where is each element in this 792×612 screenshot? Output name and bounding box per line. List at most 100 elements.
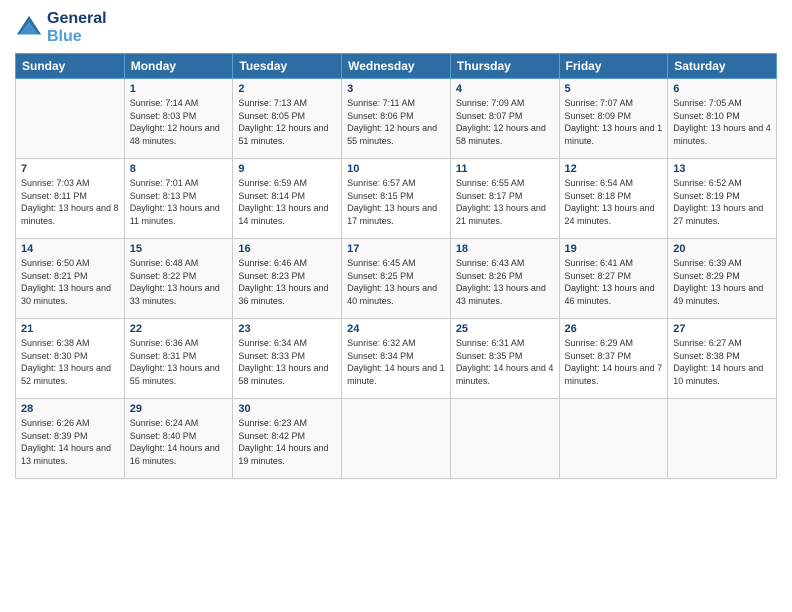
calendar-cell: 10Sunrise: 6:57 AMSunset: 8:15 PMDayligh… <box>342 159 451 239</box>
day-info: Sunrise: 7:14 AMSunset: 8:03 PMDaylight:… <box>130 97 228 147</box>
logo-icon <box>15 14 43 42</box>
calendar-cell <box>342 399 451 479</box>
logo-text-line1: General <box>47 10 107 28</box>
calendar-cell: 29 Sunrise: 6:24 AMSunset: 8:40 PMDayligh… <box>124 399 233 479</box>
day-number: 16 <box>238 243 336 255</box>
calendar-cell: 30 Sunrise: 6:23 AMSunset: 8:42 PMDayligh… <box>233 399 342 479</box>
day-info: Sunrise: 6:27 AMSunset: 8:38 PMDaylight:… <box>673 337 771 387</box>
day-number: 20 <box>673 243 771 255</box>
calendar-cell: 25 Sunrise: 6:31 AMSunset: 8:35 PMDayligh… <box>450 319 559 399</box>
week-row-3: 14 Sunrise: 6:50 AMSunset: 8:21 PMDayligh… <box>16 239 777 319</box>
day-info: Sunrise: 7:03 AMSunset: 8:11 PMDaylight:… <box>21 177 119 227</box>
calendar-cell: 15Sunrise: 6:48 AMSunset: 8:22 PMDayligh… <box>124 239 233 319</box>
day-number: 18 <box>456 243 554 255</box>
day-info: Sunrise: 7:13 AMSunset: 8:05 PMDaylight:… <box>238 97 336 147</box>
calendar-cell: 7 Sunrise: 7:03 AMSunset: 8:11 PMDaylight… <box>16 159 125 239</box>
header-day-wednesday: Wednesday <box>342 54 451 79</box>
day-info: Sunrise: 6:36 AMSunset: 8:31 PMDaylight:… <box>130 337 228 387</box>
header-day-thursday: Thursday <box>450 54 559 79</box>
header-day-tuesday: Tuesday <box>233 54 342 79</box>
calendar-cell: 26 Sunrise: 6:29 AMSunset: 8:37 PMDayligh… <box>559 319 668 399</box>
day-info: Sunrise: 6:52 AMSunset: 8:19 PMDaylight:… <box>673 177 771 227</box>
day-number: 13 <box>673 163 771 175</box>
day-info: Sunrise: 6:46 AMSunset: 8:23 PMDaylight:… <box>238 257 336 307</box>
calendar-cell: 24Sunrise: 6:32 AMSunset: 8:34 PMDayligh… <box>342 319 451 399</box>
day-number: 26 <box>565 323 663 335</box>
day-number: 14 <box>21 243 119 255</box>
calendar-cell: 2 Sunrise: 7:13 AMSunset: 8:05 PMDaylight… <box>233 79 342 159</box>
calendar-cell: 3 Sunrise: 7:11 AMSunset: 8:06 PMDaylight… <box>342 79 451 159</box>
day-number: 8 <box>130 163 228 175</box>
day-number: 29 <box>130 403 228 415</box>
day-info: Sunrise: 6:55 AMSunset: 8:17 PMDaylight:… <box>456 177 554 227</box>
week-row-4: 21 Sunrise: 6:38 AMSunset: 8:30 PMDayligh… <box>16 319 777 399</box>
logo: General Blue <box>15 10 107 45</box>
day-info: Sunrise: 6:57 AMSunset: 8:15 PMDaylight:… <box>347 177 445 227</box>
calendar-cell <box>668 399 777 479</box>
day-number: 28 <box>21 403 119 415</box>
day-number: 30 <box>238 403 336 415</box>
day-info: Sunrise: 6:29 AMSunset: 8:37 PMDaylight:… <box>565 337 663 387</box>
day-info: Sunrise: 6:24 AMSunset: 8:40 PMDaylight:… <box>130 417 228 467</box>
calendar-cell: 9Sunrise: 6:59 AMSunset: 8:14 PMDaylight… <box>233 159 342 239</box>
calendar-cell: 28 Sunrise: 6:26 AMSunset: 8:39 PMDayligh… <box>16 399 125 479</box>
day-info: Sunrise: 6:50 AMSunset: 8:21 PMDaylight:… <box>21 257 119 307</box>
header-day-saturday: Saturday <box>668 54 777 79</box>
calendar-cell: 20Sunrise: 6:39 AMSunset: 8:29 PMDayligh… <box>668 239 777 319</box>
day-number: 21 <box>21 323 119 335</box>
calendar-cell: 12Sunrise: 6:54 AMSunset: 8:18 PMDayligh… <box>559 159 668 239</box>
day-info: Sunrise: 6:34 AMSunset: 8:33 PMDaylight:… <box>238 337 336 387</box>
header: General Blue <box>15 10 777 45</box>
day-number: 25 <box>456 323 554 335</box>
calendar-cell: 13 Sunrise: 6:52 AMSunset: 8:19 PMDayligh… <box>668 159 777 239</box>
day-number: 6 <box>673 83 771 95</box>
calendar-cell: 1 Sunrise: 7:14 AMSunset: 8:03 PMDaylight… <box>124 79 233 159</box>
week-row-2: 7 Sunrise: 7:03 AMSunset: 8:11 PMDaylight… <box>16 159 777 239</box>
day-info: Sunrise: 6:41 AMSunset: 8:27 PMDaylight:… <box>565 257 663 307</box>
day-number: 22 <box>130 323 228 335</box>
calendar-cell <box>450 399 559 479</box>
day-info: Sunrise: 6:45 AMSunset: 8:25 PMDaylight:… <box>347 257 445 307</box>
header-day-friday: Friday <box>559 54 668 79</box>
day-number: 17 <box>347 243 445 255</box>
calendar-cell: 23Sunrise: 6:34 AMSunset: 8:33 PMDayligh… <box>233 319 342 399</box>
day-number: 5 <box>565 83 663 95</box>
calendar-cell: 21 Sunrise: 6:38 AMSunset: 8:30 PMDayligh… <box>16 319 125 399</box>
calendar-cell <box>16 79 125 159</box>
header-day-sunday: Sunday <box>16 54 125 79</box>
day-number: 19 <box>565 243 663 255</box>
day-info: Sunrise: 7:11 AMSunset: 8:06 PMDaylight:… <box>347 97 445 147</box>
logo-text-line2: Blue <box>47 28 107 46</box>
day-info: Sunrise: 6:26 AMSunset: 8:39 PMDaylight:… <box>21 417 119 467</box>
day-info: Sunrise: 7:09 AMSunset: 8:07 PMDaylight:… <box>456 97 554 147</box>
day-info: Sunrise: 6:38 AMSunset: 8:30 PMDaylight:… <box>21 337 119 387</box>
day-number: 1 <box>130 83 228 95</box>
page: General Blue SundayMondayTuesdayWednesda… <box>0 0 792 612</box>
calendar-cell <box>559 399 668 479</box>
header-row: SundayMondayTuesdayWednesdayThursdayFrid… <box>16 54 777 79</box>
day-number: 15 <box>130 243 228 255</box>
calendar-cell: 19 Sunrise: 6:41 AMSunset: 8:27 PMDayligh… <box>559 239 668 319</box>
day-info: Sunrise: 6:23 AMSunset: 8:42 PMDaylight:… <box>238 417 336 467</box>
day-number: 27 <box>673 323 771 335</box>
day-number: 2 <box>238 83 336 95</box>
calendar-cell: 5 Sunrise: 7:07 AMSunset: 8:09 PMDaylight… <box>559 79 668 159</box>
week-row-1: 1 Sunrise: 7:14 AMSunset: 8:03 PMDaylight… <box>16 79 777 159</box>
day-number: 3 <box>347 83 445 95</box>
day-info: Sunrise: 7:05 AMSunset: 8:10 PMDaylight:… <box>673 97 771 147</box>
day-number: 11 <box>456 163 554 175</box>
calendar-cell: 4Sunrise: 7:09 AMSunset: 8:07 PMDaylight… <box>450 79 559 159</box>
calendar-cell: 27 Sunrise: 6:27 AMSunset: 8:38 PMDayligh… <box>668 319 777 399</box>
day-info: Sunrise: 6:54 AMSunset: 8:18 PMDaylight:… <box>565 177 663 227</box>
day-info: Sunrise: 7:01 AMSunset: 8:13 PMDaylight:… <box>130 177 228 227</box>
day-number: 9 <box>238 163 336 175</box>
calendar-cell: 16 Sunrise: 6:46 AMSunset: 8:23 PMDayligh… <box>233 239 342 319</box>
day-number: 7 <box>21 163 119 175</box>
day-info: Sunrise: 6:31 AMSunset: 8:35 PMDaylight:… <box>456 337 554 387</box>
calendar-cell: 8 Sunrise: 7:01 AMSunset: 8:13 PMDaylight… <box>124 159 233 239</box>
day-info: Sunrise: 7:07 AMSunset: 8:09 PMDaylight:… <box>565 97 663 147</box>
header-day-monday: Monday <box>124 54 233 79</box>
week-row-5: 28 Sunrise: 6:26 AMSunset: 8:39 PMDayligh… <box>16 399 777 479</box>
calendar-cell: 11 Sunrise: 6:55 AMSunset: 8:17 PMDayligh… <box>450 159 559 239</box>
calendar-cell: 17 Sunrise: 6:45 AMSunset: 8:25 PMDayligh… <box>342 239 451 319</box>
